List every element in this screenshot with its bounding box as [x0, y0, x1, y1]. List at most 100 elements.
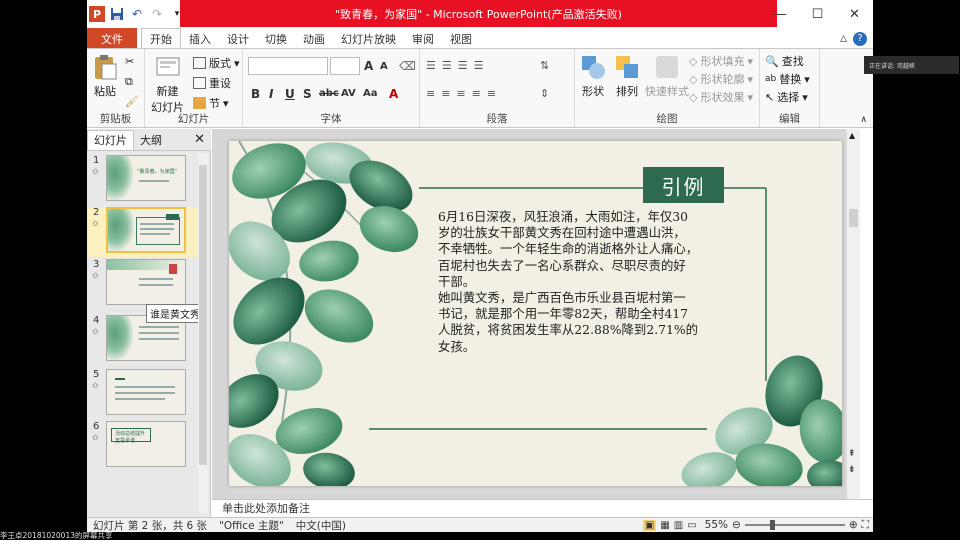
align-text-icon[interactable]: ⇕	[540, 87, 549, 100]
slide-canvas[interactable]: 引例 6月16日深夜，风狂浪涌，大雨如注，年仅30 岁的壮族女干部黄文秀在回村途…	[229, 141, 842, 486]
title-bar: P ↶ ↷ ▾ "致青春，为家国" - Microsoft PowerPoint…	[87, 0, 873, 28]
next-slide-icon[interactable]: ⇟	[848, 465, 856, 475]
cut-icon[interactable]: ✂	[125, 55, 134, 68]
section-button[interactable]: 节 ▾	[193, 95, 229, 111]
fit-to-window-icon[interactable]: ⛶	[862, 519, 869, 532]
tab-transitions[interactable]: 切换	[257, 28, 295, 49]
text-direction-icon[interactable]: ⇅	[540, 59, 549, 72]
italic-button[interactable]: I	[269, 87, 273, 101]
tab-view[interactable]: 视图	[442, 28, 480, 49]
tab-outline[interactable]: 大纲	[134, 130, 168, 150]
collapse-arrow-icon[interactable]: ∧	[860, 115, 867, 125]
animation-star-icon: ✩	[92, 271, 99, 280]
new-slide-icon	[156, 57, 179, 76]
underline-button[interactable]: U	[285, 87, 295, 101]
close-icon[interactable]: ✕	[836, 0, 873, 28]
tab-slides[interactable]: 幻灯片	[87, 129, 134, 150]
scroll-thumb[interactable]	[849, 209, 858, 227]
grow-font-button[interactable]: A	[364, 59, 373, 73]
reset-button[interactable]: 重设	[193, 75, 231, 91]
ribbon-tabs: 文件 开始 插入 设计 切换 动画 幻灯片放映 审阅 视图 △ ?	[87, 27, 873, 49]
copy-icon[interactable]: ⧉	[125, 75, 133, 89]
scroll-up-icon[interactable]: ▲	[849, 131, 855, 140]
shrink-font-button[interactable]: A	[380, 61, 388, 72]
thumbnail-2[interactable]: 2 ✩	[87, 207, 199, 257]
collapse-ribbon-icon[interactable]: △	[840, 34, 847, 44]
tab-home[interactable]: 开始	[141, 28, 181, 49]
thumbnail-1[interactable]: 1 ✩ “致青春，为家国”	[87, 155, 199, 205]
help-icon[interactable]: ?	[853, 31, 867, 46]
tab-animations[interactable]: 动画	[295, 28, 333, 49]
find-button[interactable]: 🔍 查找	[765, 53, 804, 69]
slides-group-label: 幻灯片	[177, 113, 210, 125]
thumbnail-tooltip: 谁是黄文秀	[146, 304, 204, 323]
zoom-level[interactable]: 55%	[705, 519, 728, 531]
layout-button[interactable]: 版式 ▾	[193, 55, 240, 71]
tab-review[interactable]: 审阅	[404, 28, 442, 49]
clear-format-button[interactable]: ⌫	[399, 59, 416, 73]
shadow-button[interactable]: S	[303, 87, 312, 101]
redo-icon[interactable]: ↷	[149, 6, 165, 22]
list-buttons[interactable]: ☰☰☰☰	[426, 59, 489, 72]
zoom-slider-knob[interactable]	[770, 520, 776, 530]
slideshow-icon[interactable]: ▭	[687, 520, 696, 531]
font-color-button[interactable]: A	[389, 87, 398, 101]
editing-group: 🔍 查找 ab 替换 ▾ ↖ 选择 ▾ 编辑	[760, 49, 820, 127]
slide-scrollbar[interactable]: ▲ ⇞ ⇟	[846, 129, 860, 499]
format-painter-icon[interactable]: 🖌	[125, 95, 139, 108]
shape-outline-button[interactable]: ◇ 形状轮廓 ▾	[689, 71, 753, 87]
align-buttons[interactable]: ≡≡≡≡≡	[426, 87, 502, 100]
replace-button[interactable]: ab 替换 ▾	[765, 71, 810, 87]
strikethrough-button[interactable]: abc	[319, 88, 339, 99]
slide-title[interactable]: 引例	[643, 167, 724, 203]
tab-file[interactable]: 文件	[87, 28, 137, 49]
close-pane-icon[interactable]: ✕	[194, 132, 205, 147]
font-size-select[interactable]	[330, 57, 360, 75]
bold-button[interactable]: B	[251, 87, 260, 101]
save-icon[interactable]	[109, 6, 125, 22]
slide-body-text[interactable]: 6月16日深夜，风狂浪涌，大雨如注，年仅30 岁的壮族女干部黄文秀在回村途中遭遇…	[438, 209, 758, 355]
paragraph-group: ☰☰☰☰ ≡≡≡≡≡ ⇅ ⇕ 段落	[420, 49, 575, 127]
thumbnail-6[interactable]: 6 ✩ 活动总结提升 宣誓承诺	[87, 421, 199, 471]
thumbnail-scrollbar[interactable]	[198, 153, 208, 513]
select-button[interactable]: ↖ 选择 ▾	[765, 89, 808, 105]
font-group-label: 字体	[320, 113, 342, 125]
replace-icon: ab	[765, 74, 777, 84]
minimize-icon[interactable]: —	[762, 0, 799, 28]
status-bar: 幻灯片 第 2 张，共 6 张 "Office 主题" 中文(中国) ▣ ▦ ▥…	[87, 517, 873, 532]
maximize-icon[interactable]: ☐	[799, 0, 836, 28]
reset-icon	[193, 77, 206, 89]
reading-view-icon[interactable]: ▥	[674, 520, 683, 531]
font-name-select[interactable]	[248, 57, 328, 75]
shape-fill-button[interactable]: ◇ 形状填充 ▾	[689, 53, 753, 69]
undo-icon[interactable]: ↶	[129, 6, 145, 22]
normal-view-icon[interactable]: ▣	[642, 519, 657, 531]
previous-slide-icon[interactable]: ⇞	[848, 449, 856, 459]
new-slide-button[interactable]: 新建 幻灯片	[151, 53, 184, 115]
notes-pane[interactable]: 单击此处添加备注	[212, 499, 873, 517]
arrange-button[interactable]: 排列	[613, 53, 641, 99]
thumbnail-5[interactable]: 5 ✩	[87, 369, 199, 419]
tab-insert[interactable]: 插入	[181, 28, 219, 49]
powerpoint-logo-icon[interactable]: P	[89, 6, 105, 22]
paste-button[interactable]: 粘贴	[91, 53, 119, 99]
language-indicator[interactable]: 中文(中国)	[290, 518, 352, 533]
change-case-button[interactable]: Aa	[363, 88, 378, 99]
slide-sorter-icon[interactable]: ▦	[660, 520, 669, 531]
theme-name[interactable]: "Office 主题"	[213, 518, 290, 533]
tab-design[interactable]: 设计	[219, 28, 257, 49]
select-cursor-icon: ↖	[765, 90, 775, 104]
thumbnail-3[interactable]: 3 ✩	[87, 259, 199, 309]
quick-styles-button[interactable]: 快速样式	[645, 53, 689, 99]
editing-group-label: 编辑	[779, 113, 800, 125]
zoom-out-icon[interactable]: ⊖	[732, 519, 741, 531]
tab-slideshow[interactable]: 幻灯片放映	[333, 28, 404, 49]
zoom-slider[interactable]	[744, 520, 845, 530]
zoom-in-icon[interactable]: ⊕	[849, 519, 858, 531]
animation-star-icon: ✩	[92, 381, 99, 390]
slides-group: 新建 幻灯片 版式 ▾ 重设 节 ▾ 幻灯片	[145, 49, 243, 127]
char-spacing-button[interactable]: AV	[341, 88, 356, 99]
shapes-button[interactable]: 形状	[579, 53, 607, 99]
shape-effects-button[interactable]: ◇ 形状效果 ▾	[689, 89, 753, 105]
animation-star-icon: ✩	[92, 327, 99, 336]
